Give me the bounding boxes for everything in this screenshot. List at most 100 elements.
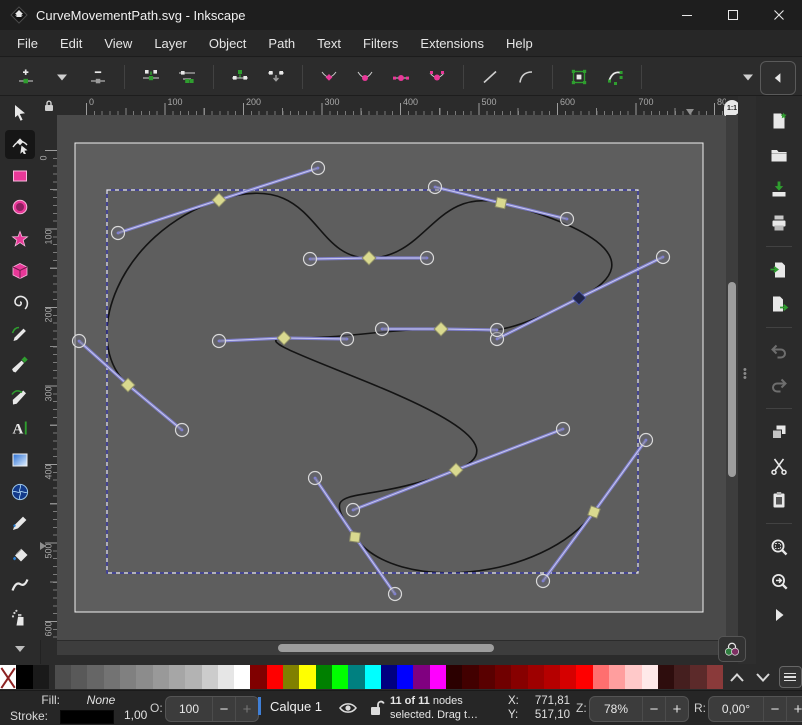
smooth-node-button[interactable]: [349, 62, 381, 92]
drawing-canvas[interactable]: [57, 115, 726, 640]
color-management-button[interactable]: [718, 636, 746, 662]
palette-swatch[interactable]: [332, 665, 348, 689]
palette-swatch[interactable]: [185, 665, 201, 689]
menu-edit[interactable]: Edit: [49, 32, 93, 55]
palette-swatch-none[interactable]: [0, 665, 16, 689]
palette-swatch[interactable]: [267, 665, 283, 689]
join-nodes-button[interactable]: [135, 62, 167, 92]
paste-button[interactable]: [764, 486, 794, 514]
toolbox-scroll-down[interactable]: [5, 635, 35, 665]
palette-swatch[interactable]: [169, 665, 185, 689]
palette-scroll-down[interactable]: [750, 665, 777, 689]
palette-swatch[interactable]: [365, 665, 381, 689]
palette-swatch[interactable]: [430, 665, 446, 689]
mesh-tool[interactable]: [5, 477, 35, 507]
palette-swatch[interactable]: [544, 665, 560, 689]
zoom-drawing-button[interactable]: [764, 567, 794, 595]
import-button[interactable]: [764, 256, 794, 284]
palette-swatch[interactable]: [511, 665, 527, 689]
pen-tool[interactable]: [5, 351, 35, 381]
stroke-width-value[interactable]: 1,00: [124, 708, 147, 722]
dropper-tool[interactable]: [5, 508, 35, 538]
palette-swatch[interactable]: [250, 665, 266, 689]
menu-layer[interactable]: Layer: [143, 32, 198, 55]
palette-swatch[interactable]: [609, 665, 625, 689]
open-document-button[interactable]: [764, 141, 794, 169]
ruler-corner[interactable]: [40, 96, 57, 115]
layer-lock-toggle[interactable]: [366, 698, 386, 718]
dock-resize-grip[interactable]: •••: [738, 96, 757, 664]
fill-value[interactable]: None: [66, 693, 136, 707]
box3d-tool[interactable]: [5, 256, 35, 286]
rectangle-tool[interactable]: [5, 161, 35, 191]
star-tool[interactable]: [5, 224, 35, 254]
palette-swatch[interactable]: [593, 665, 609, 689]
zoom-decrease-button[interactable]: −: [642, 697, 665, 721]
save-button[interactable]: [764, 175, 794, 203]
pencil-tool[interactable]: [5, 319, 35, 349]
menu-file[interactable]: File: [6, 32, 49, 55]
spray-tool[interactable]: [5, 603, 35, 633]
rotation-spinner[interactable]: 0,00° − +: [708, 696, 802, 722]
palette-swatch[interactable]: [283, 665, 299, 689]
auto-node-button[interactable]: [421, 62, 453, 92]
symmetric-node-button[interactable]: [385, 62, 417, 92]
palette-menu-button[interactable]: [779, 666, 802, 688]
break-nodes-button[interactable]: [224, 62, 256, 92]
cut-button[interactable]: [764, 452, 794, 480]
palette-swatch[interactable]: [625, 665, 641, 689]
palette-swatch[interactable]: [560, 665, 576, 689]
palette-swatch[interactable]: [413, 665, 429, 689]
spiral-tool[interactable]: [5, 287, 35, 317]
path-node[interactable]: [350, 532, 361, 543]
object-to-path-button[interactable]: [563, 62, 595, 92]
menu-extensions[interactable]: Extensions: [409, 32, 495, 55]
layer-name[interactable]: Calque 1: [270, 699, 322, 714]
opacity-value[interactable]: 100: [166, 697, 212, 721]
stroke-to-path-button[interactable]: [599, 62, 631, 92]
path-node[interactable]: [495, 197, 506, 208]
palette-swatch[interactable]: [33, 665, 49, 689]
palette-swatch[interactable]: [495, 665, 511, 689]
palette-swatch[interactable]: [153, 665, 169, 689]
palette-swatch[interactable]: [218, 665, 234, 689]
palette-swatch[interactable]: [642, 665, 658, 689]
gradient-tool[interactable]: [5, 445, 35, 475]
horizontal-scrollbar-thumb[interactable]: [278, 644, 494, 652]
selector-tool[interactable]: [5, 98, 35, 128]
palette-swatch[interactable]: [397, 665, 413, 689]
palette-swatch[interactable]: [136, 665, 152, 689]
close-button[interactable]: [756, 0, 802, 30]
duplicate-button[interactable]: [764, 418, 794, 446]
delete-segment-button[interactable]: [260, 62, 292, 92]
palette-swatch[interactable]: [381, 665, 397, 689]
rotation-decrease-button[interactable]: −: [763, 697, 786, 721]
segment-curve-button[interactable]: [510, 62, 542, 92]
rotation-increase-button[interactable]: +: [786, 697, 802, 721]
palette-swatch[interactable]: [674, 665, 690, 689]
bucket-tool[interactable]: [5, 540, 35, 570]
rotation-value[interactable]: 0,00°: [709, 697, 763, 721]
palette-swatch[interactable]: [528, 665, 544, 689]
collapse-dock-button[interactable]: [760, 61, 796, 95]
menu-filters[interactable]: Filters: [352, 32, 409, 55]
opacity-spinner[interactable]: 100 − +: [165, 696, 259, 722]
menu-help[interactable]: Help: [495, 32, 544, 55]
palette-swatch[interactable]: [120, 665, 136, 689]
palette-swatch[interactable]: [690, 665, 706, 689]
palette-swatch[interactable]: [658, 665, 674, 689]
zoom-value[interactable]: 78%: [590, 697, 642, 721]
corner-node-button[interactable]: [313, 62, 345, 92]
new-document-button[interactable]: [764, 107, 794, 135]
palette-swatch[interactable]: [55, 665, 71, 689]
zoom-selection-button[interactable]: [764, 533, 794, 561]
stroke-color-swatch[interactable]: [60, 710, 114, 724]
layer-visibility-toggle[interactable]: [338, 698, 358, 718]
palette-swatch[interactable]: [707, 665, 723, 689]
palette-swatch[interactable]: [234, 665, 250, 689]
vertical-scrollbar-thumb[interactable]: [728, 282, 736, 477]
print-button[interactable]: [764, 209, 794, 237]
insert-node-button[interactable]: [10, 62, 42, 92]
expand-dock-button[interactable]: [764, 601, 794, 629]
palette-swatch[interactable]: [316, 665, 332, 689]
